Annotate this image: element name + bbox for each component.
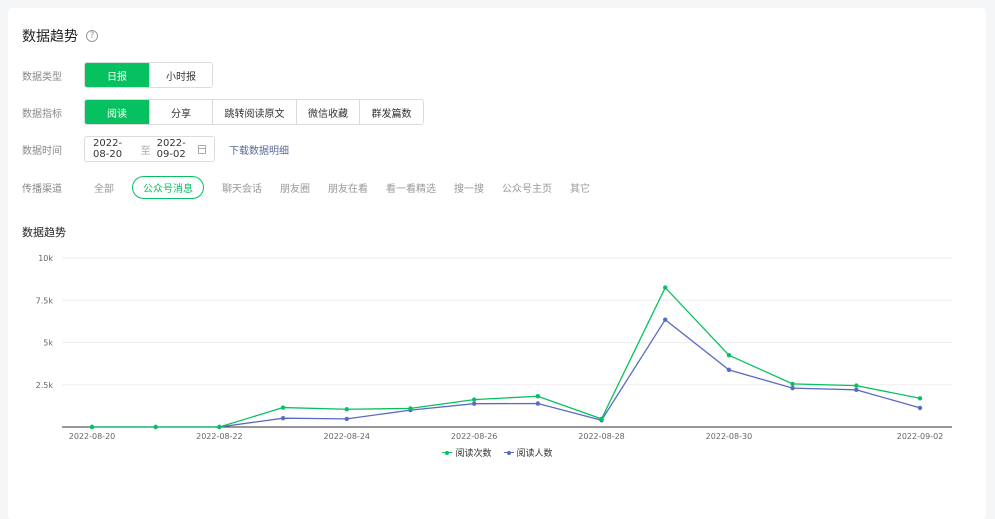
- download-detail-link[interactable]: 下载数据明细: [229, 142, 289, 157]
- channel-label: 传播渠道: [22, 184, 62, 195]
- data-point: [408, 406, 413, 411]
- date-row: 数据时间 2022-08-20 至 2022-09-02 下载数据明细: [22, 136, 289, 162]
- metric-label: 数据指标: [22, 108, 62, 120]
- data-point: [535, 401, 541, 406]
- channel-tab[interactable]: 搜一搜: [454, 180, 484, 195]
- header: 数据趋势 ?: [22, 26, 98, 46]
- seg-metric-option[interactable]: 阅读: [85, 100, 149, 124]
- channel-tab[interactable]: 聊天会话: [222, 180, 262, 195]
- data-point: [344, 416, 349, 422]
- x-tick-label: 2022-08-24: [324, 432, 371, 441]
- channel-tab[interactable]: 公众号消息: [132, 176, 204, 199]
- trend-line-chart: 10k 7.5k 5k 2.5k 2022-08-20 2022-08-22 2022-08…: [36, 254, 952, 441]
- data-point: [471, 401, 477, 406]
- channel-tab[interactable]: 朋友在看: [328, 180, 368, 195]
- date-range-picker[interactable]: 2022-08-20 至 2022-09-02: [84, 136, 215, 162]
- data-point: [854, 383, 859, 388]
- data-point: [217, 424, 222, 430]
- channel-tab[interactable]: 其它: [570, 180, 590, 195]
- seg-type-option[interactable]: 日报: [85, 63, 149, 87]
- x-tick-label: 2022-08-26: [451, 432, 498, 441]
- data-point: [726, 367, 732, 373]
- channel-tab[interactable]: 全部: [94, 180, 114, 195]
- legend-label: 阅读次数: [455, 449, 492, 459]
- legend-marker: [442, 450, 453, 456]
- y-tick-label: 5k: [43, 339, 53, 348]
- x-tick-label: 2022-09-02: [897, 432, 944, 441]
- chart-legend: 阅读次数 阅读人数: [0, 446, 995, 459]
- data-point: [344, 407, 349, 412]
- x-tick-label: 2022-08-22: [196, 432, 243, 441]
- data-point: [535, 394, 541, 399]
- x-tick-label: 2022-08-20: [69, 432, 116, 441]
- x-tick-label: 2022-08-28: [578, 432, 625, 441]
- data-point: [790, 385, 795, 391]
- data-type-row: 数据类型 日报 小时报: [22, 62, 213, 88]
- data-type-label: 数据类型: [22, 71, 62, 83]
- data-point: [280, 405, 286, 410]
- y-tick-label: 10k: [38, 254, 53, 263]
- data-point: [854, 387, 859, 393]
- channel-tab[interactable]: 公众号主页: [502, 180, 552, 195]
- legend-item[interactable]: 阅读次数: [442, 446, 492, 459]
- y-tick-label: 2.5k: [36, 381, 54, 390]
- data-type-segmented: 日报 小时报: [84, 62, 213, 88]
- legend-item[interactable]: 阅读人数: [503, 446, 553, 459]
- data-point: [599, 416, 604, 422]
- chart-title: 数据趋势: [22, 226, 66, 239]
- date-separator: 至: [140, 145, 151, 157]
- metric-segmented: 阅读 分享 跳转阅读原文 微信收藏 群发篇数: [84, 99, 424, 125]
- metric-row: 数据指标 阅读 分享 跳转阅读原文 微信收藏 群发篇数: [22, 99, 424, 125]
- data-point: [280, 416, 286, 421]
- data-point: [663, 285, 668, 290]
- data-point: [153, 424, 158, 430]
- legend-marker: [503, 450, 514, 456]
- data-point: [471, 397, 477, 402]
- x-tick-label: 2022-08-30: [706, 432, 753, 441]
- seg-metric-option[interactable]: 分享: [149, 100, 212, 124]
- legend-label: 阅读人数: [516, 449, 553, 459]
- seg-metric-option[interactable]: 群发篇数: [359, 100, 423, 124]
- seg-type-option[interactable]: 小时报: [149, 63, 212, 87]
- channel-row: 传播渠道 全部 公众号消息 聊天会话 朋友圈 朋友在看 看一看精选 搜一搜 公众号主页 其它: [22, 176, 608, 199]
- seg-metric-option[interactable]: 微信收藏: [296, 100, 359, 124]
- channel-tab[interactable]: 朋友圈: [280, 180, 310, 195]
- series-line: [92, 286, 921, 428]
- date-label: 数据时间: [22, 145, 62, 157]
- data-point: [917, 405, 923, 411]
- page-title: 数据趋势: [22, 29, 78, 45]
- series-line: [92, 318, 921, 428]
- data-point: [917, 396, 923, 401]
- channel-tab[interactable]: 看一看精选: [386, 180, 436, 195]
- date-start: 2022-08-20: [93, 138, 123, 160]
- channel-tabs: 全部 公众号消息 聊天会话 朋友圈 朋友在看 看一看精选 搜一搜 公众号主页 其它: [94, 176, 608, 199]
- data-point: [790, 381, 795, 387]
- data-point: [726, 352, 732, 358]
- data-point: [663, 317, 668, 322]
- y-tick-label: 7.5k: [36, 296, 54, 305]
- question-circle-icon[interactable]: ?: [86, 30, 98, 42]
- data-point: [89, 424, 95, 430]
- date-end: 2022-09-02: [156, 138, 186, 160]
- seg-metric-option[interactable]: 跳转阅读原文: [212, 100, 296, 124]
- calendar-icon[interactable]: [198, 144, 207, 154]
